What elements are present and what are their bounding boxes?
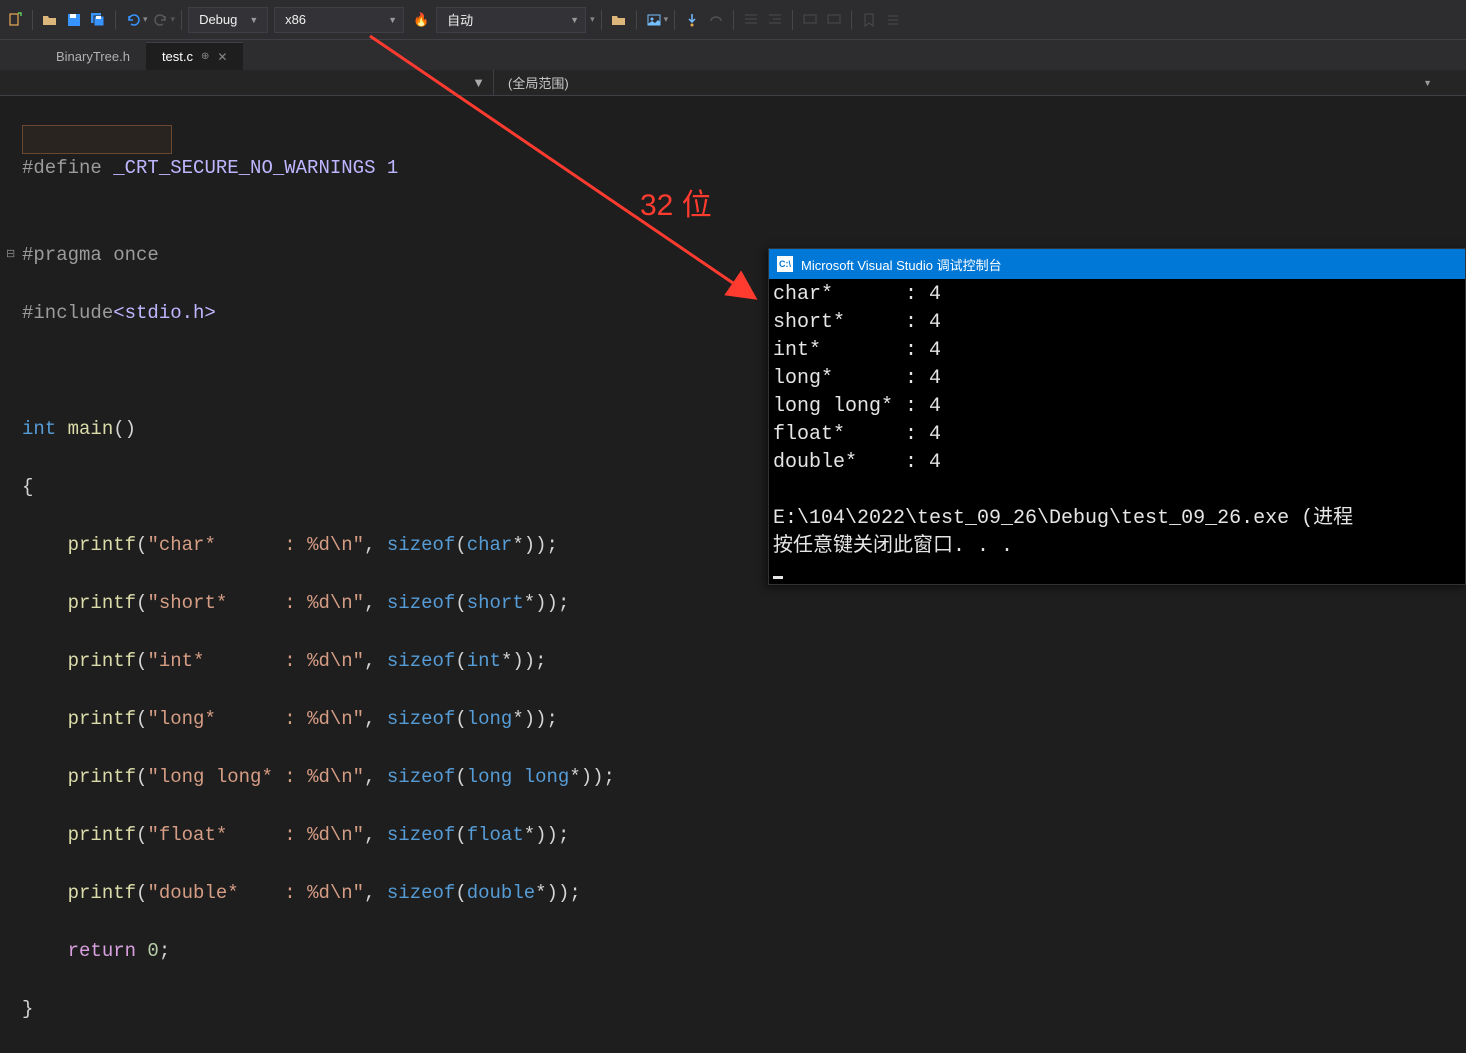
console-line: int* : 4 — [773, 337, 1461, 365]
tab-label: test.c — [162, 49, 193, 64]
debug-console-window: C:\ Microsoft Visual Studio 调试控制台 char* … — [768, 248, 1466, 585]
auto-dropdown[interactable]: 自动 ▼ — [436, 7, 586, 33]
solution-config-dropdown[interactable]: Debug ▼ — [188, 7, 268, 33]
code-line: printf("float* : %d\n", sizeof(float*)); — [22, 821, 1466, 850]
code-line: printf("int* : %d\n", sizeof(int*)); — [22, 647, 1466, 676]
code-line: return 0; — [22, 937, 1466, 966]
console-line: double* : 4 — [773, 449, 1461, 477]
vs-icon: C:\ — [777, 256, 793, 272]
list-icon[interactable] — [882, 9, 904, 31]
scope-right-dropdown[interactable]: (全局范围) ▼ — [494, 70, 1466, 95]
step-over-icon[interactable] — [705, 9, 727, 31]
tab-label: BinaryTree.h — [56, 49, 130, 64]
document-tabs: BinaryTree.h test.c ⊕ ✕ — [0, 40, 1466, 70]
save-all-icon[interactable] — [87, 9, 109, 31]
new-item-icon[interactable] — [4, 9, 26, 31]
step-into-icon[interactable] — [681, 9, 703, 31]
image-icon[interactable] — [643, 9, 665, 31]
config-label: Debug — [199, 12, 237, 27]
platform-label: x86 — [285, 12, 306, 27]
chevron-down-icon: ▼ — [249, 15, 258, 25]
flame-icon[interactable]: 🔥 — [410, 9, 432, 31]
code-line: printf("long* : %d\n", sizeof(long*)); — [22, 705, 1466, 734]
console-line: long* : 4 — [773, 365, 1461, 393]
tab-binarytree[interactable]: BinaryTree.h — [40, 42, 146, 70]
indent-right-icon[interactable] — [764, 9, 786, 31]
auto-label: 自动 — [447, 10, 473, 29]
fold-toggle-icon[interactable]: ⊟ — [6, 241, 15, 270]
code-line: printf("double* : %d\n", sizeof(double*)… — [22, 879, 1466, 908]
scope-label: (全局范围) — [508, 73, 569, 92]
pin-icon[interactable]: ⊕ — [201, 51, 209, 62]
chevron-down-icon: ▼ — [570, 15, 579, 25]
code-line: #define _CRT_SECURE_NO_WARNINGS 1 — [22, 154, 1466, 183]
console-line: 按任意键关闭此窗口. . . — [773, 533, 1461, 561]
console-line: E:\104\2022\test_09_26\Debug\test_09_26.… — [773, 505, 1461, 533]
chevron-down-icon: ▼ — [472, 75, 485, 90]
navigation-bar: ▼ (全局范围) ▼ — [0, 70, 1466, 96]
cursor — [773, 576, 783, 579]
chevron-down-icon: ▼ — [388, 15, 397, 25]
scope-left-dropdown[interactable]: ▼ — [0, 70, 494, 95]
code-line: } — [22, 995, 1466, 1024]
bookmark-icon[interactable] — [858, 9, 880, 31]
annotation-text: 32 位 — [640, 180, 712, 224]
code-line: printf("long long* : %d\n", sizeof(long … — [22, 763, 1466, 792]
console-titlebar[interactable]: C:\ Microsoft Visual Studio 调试控制台 — [769, 249, 1465, 279]
console-line: long long* : 4 — [773, 393, 1461, 421]
folder-browse-icon[interactable] — [608, 9, 630, 31]
main-toolbar: ▾ ▾ Debug ▼ x86 ▼ 🔥 自动 ▼ ▾ ▾ — [0, 0, 1466, 40]
code-line: printf("short* : %d\n", sizeof(short*)); — [22, 589, 1466, 618]
uncomment-icon[interactable] — [823, 9, 845, 31]
indent-left-icon[interactable] — [740, 9, 762, 31]
console-line: char* : 4 — [773, 281, 1461, 309]
redo-icon[interactable] — [150, 9, 172, 31]
console-output: char* : 4short* : 4int* : 4long* : 4long… — [769, 279, 1465, 591]
console-line: short* : 4 — [773, 309, 1461, 337]
save-icon[interactable] — [63, 9, 85, 31]
close-icon[interactable]: ✕ — [217, 50, 227, 64]
console-line: float* : 4 — [773, 421, 1461, 449]
chevron-down-icon: ▼ — [1423, 78, 1452, 88]
solution-platform-dropdown[interactable]: x86 ▼ — [274, 7, 404, 33]
tab-test-c[interactable]: test.c ⊕ ✕ — [146, 42, 244, 70]
open-folder-icon[interactable] — [39, 9, 61, 31]
undo-icon[interactable] — [122, 9, 144, 31]
comment-icon[interactable] — [799, 9, 821, 31]
console-title-text: Microsoft Visual Studio 调试控制台 — [801, 255, 1002, 274]
